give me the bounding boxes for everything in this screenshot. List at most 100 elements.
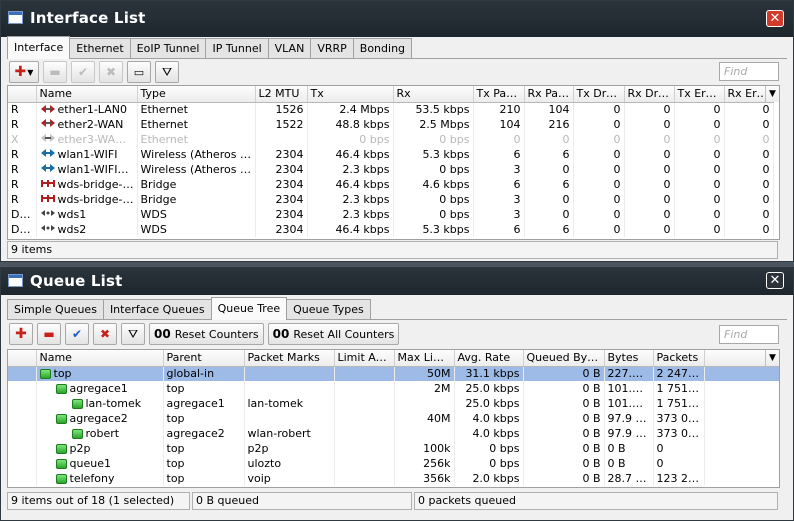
interface-row[interactable]: Xether3-WAN-Z... Ethernet 0 bps 0 bps 0 0 0 0 0 0 xyxy=(8,132,774,147)
column-menu-icon[interactable]: ▼ xyxy=(765,86,779,102)
column-header[interactable]: Rx Pac... xyxy=(524,86,574,103)
marks-cell: voip xyxy=(244,471,335,486)
interface-row[interactable]: Rwds-bridge-su... Bridge 2304 2.3 kbps 0 bps… xyxy=(8,192,774,207)
tab-queue-tree[interactable]: Queue Tree xyxy=(210,297,288,320)
tab-interface-queues[interactable]: Interface Queues xyxy=(102,299,212,320)
interface-row[interactable]: Rether1-LAN0 Ethernet 1526 2.4 Mbps 53.5 kbp… xyxy=(8,102,774,117)
rxe-cell: 0 xyxy=(724,132,774,147)
mtu-cell: 2304 xyxy=(255,207,308,222)
add-button[interactable]: ✚ ▼ xyxy=(9,61,39,83)
interface-name: wds1 xyxy=(57,207,87,221)
packets-cell: 373 079 xyxy=(653,426,705,441)
queue-row[interactable]: agregace1 top 2M 25.0 kbps 0 B 101.1 ... 1 751… xyxy=(8,381,779,396)
column-header[interactable] xyxy=(8,86,37,103)
flag-cell: R xyxy=(8,162,37,177)
interface-name: wlan1-WIFISU... xyxy=(57,162,137,176)
interface-row[interactable]: Rether2-WAN Ethernet 1522 48.8 kbps 2.5 Mbps… xyxy=(8,117,774,132)
name-cell: wlan1-WIFISU... xyxy=(36,162,138,177)
column-header[interactable]: Rx xyxy=(393,86,474,103)
txd-cell: 0 xyxy=(573,102,625,117)
column-header[interactable]: Rx Drops xyxy=(624,86,675,103)
disable-button[interactable]: ✖ xyxy=(99,61,123,83)
column-header[interactable]: Bytes xyxy=(604,350,654,367)
tx-cell: 0 bps xyxy=(307,132,394,147)
interface-row[interactable]: Rwlan1-WIFI Wireless (Atheros AR5...23044… xyxy=(8,147,774,162)
queue-row[interactable]: queue1 top ulozto 256k 0 bps 0 B0 B0 xyxy=(8,456,779,471)
flag-cell: DRA xyxy=(8,207,37,222)
disable-button[interactable]: ✖ xyxy=(93,323,117,345)
queue-list-titlebar[interactable]: Queue List ✕ xyxy=(1,268,793,295)
queue-row[interactable]: agregace2 top 40M 4.0 kbps 0 B 97.9 MiB 373 02… xyxy=(8,411,779,426)
interface-list-titlebar[interactable]: Interface List ✕ xyxy=(1,1,793,37)
add-button[interactable]: ✚ xyxy=(9,323,33,345)
tab-bonding[interactable]: Bonding xyxy=(352,38,413,59)
reset-counters-button[interactable]: 00 Reset Counters xyxy=(149,323,264,345)
flag-cell xyxy=(8,441,37,456)
column-header[interactable]: Tx xyxy=(307,86,394,103)
column-header[interactable]: Packets xyxy=(653,350,705,367)
bytes-cell: 0 B xyxy=(604,456,654,471)
tab-interface[interactable]: Interface xyxy=(7,36,71,59)
remove-button[interactable]: ▬ xyxy=(37,323,61,345)
find-input[interactable]: Find xyxy=(719,325,779,344)
close-icon[interactable]: ✕ xyxy=(766,272,784,289)
column-header[interactable]: Tx Pac... xyxy=(473,86,525,103)
column-header[interactable]: Name xyxy=(36,350,164,367)
rxe-cell: 0 xyxy=(724,177,774,192)
filter-button[interactable]: ⛛ xyxy=(155,61,179,83)
wds-icon xyxy=(40,208,56,221)
name-cell: wds2 xyxy=(36,222,138,237)
type-cell: Ethernet xyxy=(137,132,256,147)
interface-row[interactable]: DRA wds2 WDS 2304 46.4 kbps 5.3 kbps 6 6 0 0 0 0 xyxy=(8,222,774,237)
tab-vlan[interactable]: VLAN xyxy=(267,38,312,59)
comment-button[interactable]: ▭ xyxy=(127,61,151,83)
tab-vrrp[interactable]: VRRP xyxy=(310,38,354,59)
rx-cell: 0 bps xyxy=(393,162,474,177)
column-header[interactable]: Avg. Rate xyxy=(454,350,524,367)
rxe-cell: 0 xyxy=(724,147,774,162)
column-header[interactable]: L2 MTU xyxy=(255,86,308,103)
column-header[interactable]: Max Limit ... xyxy=(394,350,455,367)
interface-name: wds2 xyxy=(57,222,87,236)
packets-cell: 2 247 5... xyxy=(653,366,705,381)
close-icon[interactable]: ✕ xyxy=(766,10,784,27)
tab-queue-types[interactable]: Queue Types xyxy=(286,299,371,320)
tab-eoip-tunnel[interactable]: EoIP Tunnel xyxy=(129,38,207,59)
column-header[interactable]: Parent xyxy=(163,350,245,367)
bytes-cell: 101.1 ... xyxy=(604,396,654,411)
column-header[interactable]: Queued Bytes xyxy=(523,350,605,367)
parent-cell: agregace2 xyxy=(163,426,245,441)
queue-row[interactable]: top global-in 50M 31.1 kbps 0 B 227.8 ... 2 24… xyxy=(8,366,779,381)
reset-all-counters-button[interactable]: 00 Reset All Counters xyxy=(267,323,400,345)
column-header[interactable] xyxy=(8,350,37,367)
interface-row[interactable]: Rwlan1-WIFISU...Wireless (Atheros AR5...… xyxy=(8,162,774,177)
queue-row[interactable]: p2p top p2p 100k 0 bps 0 B0 B0 xyxy=(8,441,779,456)
find-input[interactable]: Find xyxy=(719,62,779,81)
column-header[interactable]: Name xyxy=(36,86,138,103)
queue-row[interactable]: telefony top voip 356k 2.0 kbps 0 B 28.7 MiB 12… xyxy=(8,471,779,486)
column-header[interactable]: Tx Errors xyxy=(674,86,725,103)
queue-icon xyxy=(71,429,83,439)
enable-button[interactable]: ✔ xyxy=(71,61,95,83)
ethernet-icon xyxy=(40,118,56,131)
flag-cell: R xyxy=(8,147,37,162)
column-header[interactable]: Tx Drops xyxy=(573,86,625,103)
filter-button[interactable]: ⛛ xyxy=(121,323,145,345)
column-header[interactable]: Type xyxy=(137,86,256,103)
interface-row[interactable]: Rwds-bridge-las...Bridge230446.4 kbps4.6… xyxy=(8,177,774,192)
tab-ip-tunnel[interactable]: IP Tunnel xyxy=(205,38,269,59)
remove-button[interactable]: ▬ xyxy=(43,61,67,83)
tab-ethernet[interactable]: Ethernet xyxy=(69,38,131,59)
column-header[interactable]: Limit At (b... xyxy=(334,350,395,367)
interface-row[interactable]: DRA wds1 WDS 2304 2.3 kbps 0 bps 3 0 0 0 0 0 xyxy=(8,207,774,222)
empty-cell xyxy=(704,381,779,396)
column-header[interactable]: Packet Marks xyxy=(244,350,335,367)
flag-cell xyxy=(8,366,37,381)
tab-simple-queues[interactable]: Simple Queues xyxy=(7,299,104,320)
queue-toolbar: ✚ ▬ ✔ ✖ ⛛ 00 Reset Counters 00 Reset All C… xyxy=(9,321,403,347)
flag-cell xyxy=(8,471,37,486)
queue-row[interactable]: lan-tomek agregace1 lan-tomek 25.0 kbps 0 B1… xyxy=(8,396,779,411)
enable-button[interactable]: ✔ xyxy=(65,323,89,345)
queue-row[interactable]: robert agregace2 wlan-robert 4.0 kbps 0 B 97.… xyxy=(8,426,779,441)
column-menu-icon[interactable]: ▼ xyxy=(765,350,779,366)
